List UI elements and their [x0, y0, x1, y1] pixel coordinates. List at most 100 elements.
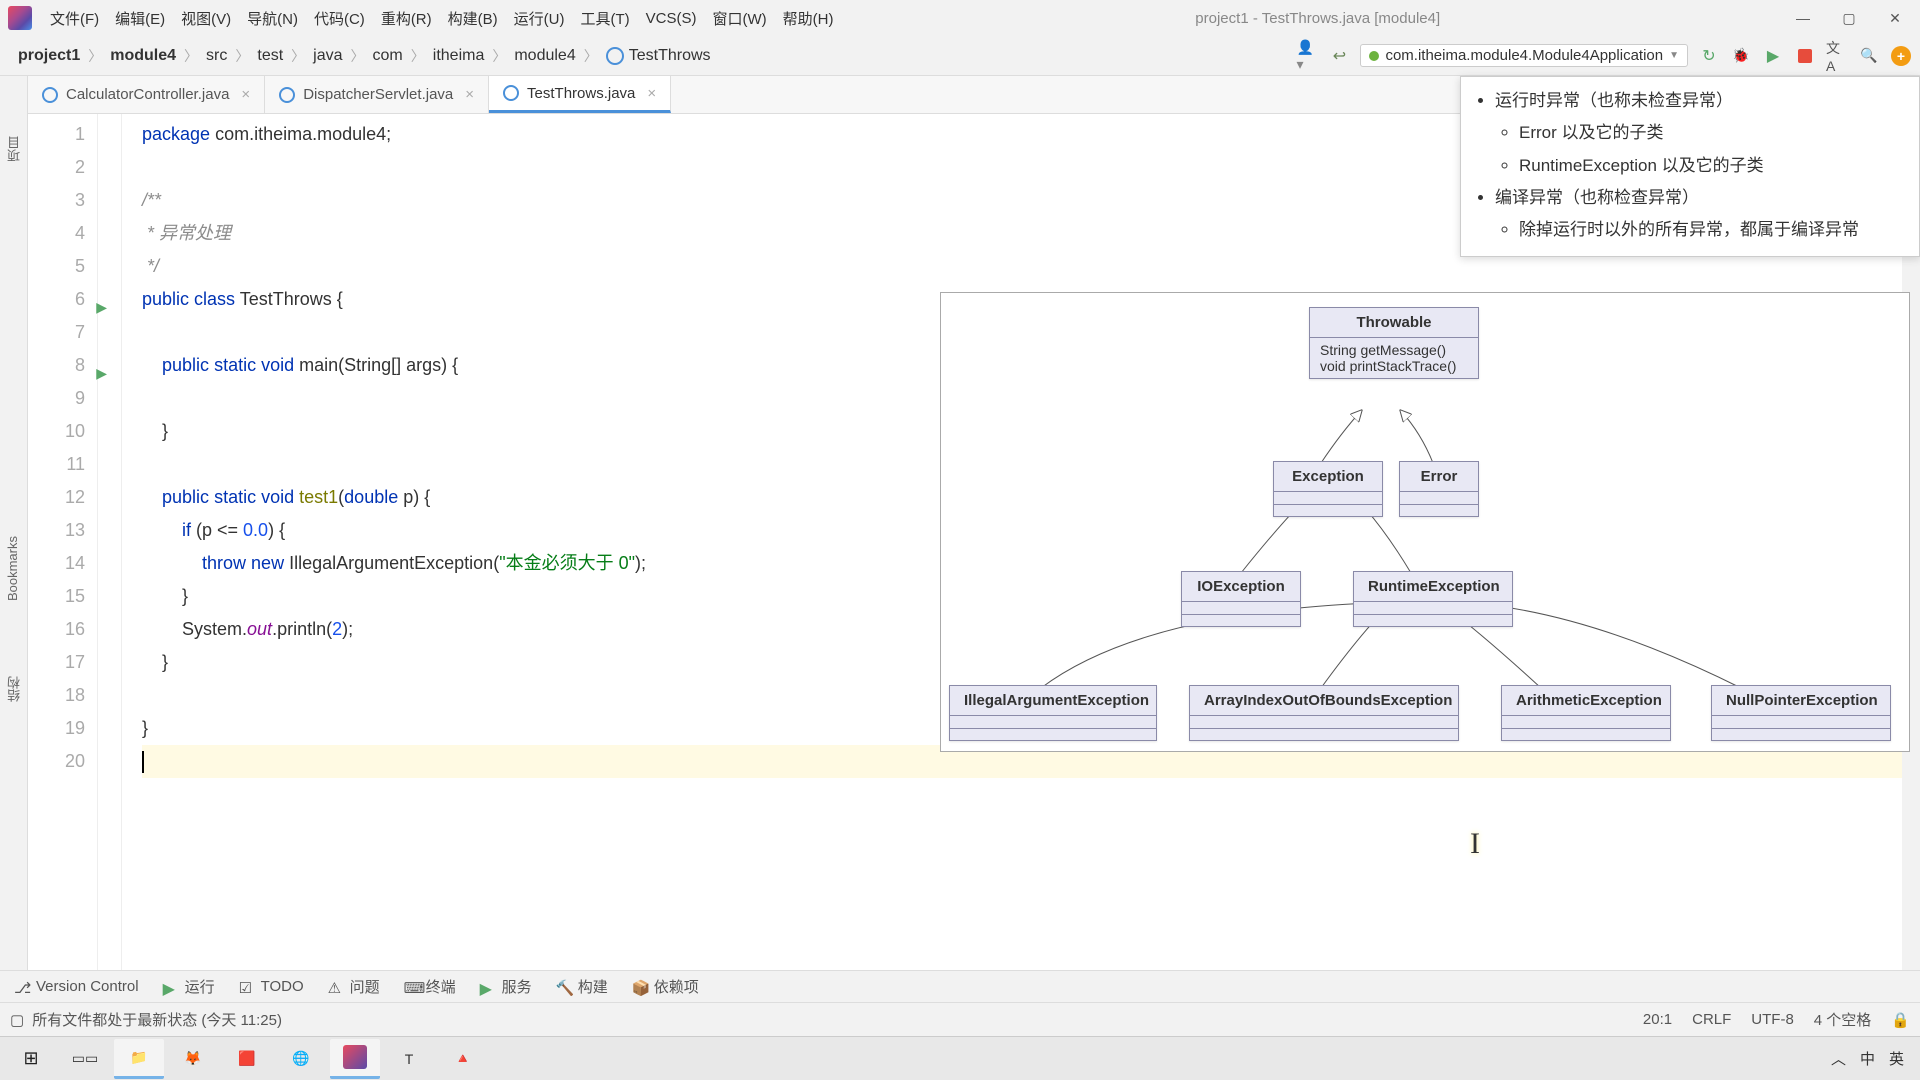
menu-vcs[interactable]: VCS(S) [638, 6, 705, 31]
class-icon [279, 87, 295, 103]
crumb-2[interactable]: src [196, 44, 237, 68]
tab-label: CalculatorController.java [66, 86, 229, 103]
intellij-icon[interactable] [330, 1039, 380, 1079]
uml-exception: Exception [1273, 461, 1383, 517]
menu-file[interactable]: 文件(F) [42, 4, 107, 33]
ime-indicator-1[interactable]: 中 [1860, 1048, 1875, 1069]
structure-tool-label[interactable]: 结构 [5, 676, 24, 702]
office-icon[interactable]: 🟥 [222, 1039, 272, 1079]
ime-indicator-2[interactable]: 英 [1889, 1048, 1904, 1069]
edge-icon[interactable]: 🌐 [276, 1039, 326, 1079]
firefox-icon[interactable]: 🦊 [168, 1039, 218, 1079]
uml-title: IllegalArgumentException [950, 686, 1156, 716]
problems-tool[interactable]: ⚠问题 [328, 976, 380, 997]
vlc-icon[interactable]: 🔺 [438, 1039, 488, 1079]
toolbar: project1〉 module4〉 src〉 test〉 java〉 com〉… [0, 36, 1920, 76]
run-config-label: com.itheima.module4.Module4Application [1385, 47, 1663, 64]
tab-testthrows[interactable]: TestThrows.java × [489, 76, 671, 113]
debug-icon[interactable]: 🐞 [1730, 45, 1752, 67]
crumb-1[interactable]: module4 [100, 44, 186, 68]
close-tab-icon[interactable]: × [241, 86, 250, 103]
uml-title: RuntimeException [1354, 572, 1512, 602]
run-configuration[interactable]: com.itheima.module4.Module4Application ▼ [1360, 44, 1688, 67]
menu-refactor[interactable]: 重构(R) [373, 4, 440, 33]
menu-window[interactable]: 窗口(W) [704, 4, 774, 33]
users-icon[interactable]: 👤▾ [1296, 45, 1318, 67]
menu-view[interactable]: 视图(V) [173, 4, 239, 33]
uml-ioexception: IOException [1181, 571, 1301, 627]
close-tab-icon[interactable]: × [465, 86, 474, 103]
readonly-lock-icon[interactable]: 🔒 [1891, 1011, 1910, 1029]
todo-tool[interactable]: ☑TODO [239, 978, 304, 995]
crumb-7[interactable]: module4 [504, 44, 585, 68]
version-control-tool[interactable]: ⎇Version Control [14, 978, 139, 995]
crumb-0[interactable]: project1 [8, 44, 90, 68]
menu-edit[interactable]: 编辑(E) [107, 4, 173, 33]
uml-title: ArrayIndexOutOfBoundsException [1190, 686, 1458, 716]
task-view-icon[interactable]: ▭▭ [60, 1039, 110, 1079]
uml-method: void printStackTrace() [1320, 358, 1468, 374]
run-coverage-icon[interactable]: ▶ [1762, 45, 1784, 67]
crumb-6[interactable]: itheima [423, 44, 495, 68]
minimize-icon[interactable]: — [1794, 9, 1812, 27]
bookmarks-tool-label[interactable]: Bookmarks [5, 536, 20, 601]
file-encoding[interactable]: UTF-8 [1751, 1011, 1794, 1028]
text-editor-icon[interactable]: T [384, 1039, 434, 1079]
line-gutter[interactable]: 123456▶78▶91011121314151617181920 [28, 114, 98, 970]
rerun-icon[interactable]: ↻ [1698, 45, 1720, 67]
status-message: 所有文件都处于最新状态 (今天 11:25) [32, 1009, 282, 1030]
translate-icon[interactable]: 文A [1826, 45, 1848, 67]
services-tool[interactable]: ▶服务 [480, 976, 532, 997]
build-tool[interactable]: 🔨构建 [556, 976, 608, 997]
uml-diagram: Throwable String getMessage() void print… [940, 292, 1910, 752]
vcs-status-icon: ▢ [10, 1011, 24, 1029]
tab-label: TestThrows.java [527, 85, 635, 102]
menu-build[interactable]: 构建(B) [440, 4, 506, 33]
caret-position[interactable]: 20:1 [1643, 1011, 1672, 1028]
menu-help[interactable]: 帮助(H) [775, 4, 842, 33]
doc-sub: 除掉运行时以外的所有异常，都属于编译异常 [1519, 214, 1907, 246]
menu-tools[interactable]: 工具(T) [572, 4, 637, 33]
start-button[interactable]: ⊞ [6, 1039, 56, 1079]
close-tab-icon[interactable]: × [647, 85, 656, 102]
doc-bullet: 运行时异常（也称未检查异常） [1495, 85, 1907, 117]
titlebar: 文件(F) 编辑(E) 视图(V) 导航(N) 代码(C) 重构(R) 构建(B… [0, 0, 1920, 36]
dependencies-tool[interactable]: 📦依赖项 [632, 976, 699, 997]
uml-npe: NullPointerException [1711, 685, 1891, 741]
maximize-icon[interactable]: ▢ [1840, 9, 1858, 27]
stop-button[interactable] [1794, 45, 1816, 67]
menu-navigate[interactable]: 导航(N) [239, 4, 306, 33]
fold-bar[interactable] [98, 114, 122, 970]
hammer-icon[interactable]: ↩ [1328, 45, 1350, 67]
tab-calculator[interactable]: CalculatorController.java × [28, 76, 265, 113]
uml-title: NullPointerException [1712, 686, 1890, 716]
line-separator[interactable]: CRLF [1692, 1011, 1731, 1028]
close-icon[interactable]: ✕ [1886, 9, 1904, 27]
spring-icon [1369, 51, 1379, 61]
bottom-tool-bar: ⎇Version Control ▶运行 ☑TODO ⚠问题 ⌨终端 ▶服务 🔨… [0, 970, 1920, 1002]
uml-error: Error [1399, 461, 1479, 517]
app-logo [8, 6, 32, 30]
doc-bullet: 编译异常（也称检查异常） [1495, 182, 1907, 214]
crumb-8[interactable]: TestThrows [596, 44, 721, 68]
uml-title: ArithmeticException [1502, 686, 1670, 716]
window-title: project1 - TestThrows.java [module4] [841, 10, 1794, 27]
tab-dispatcher[interactable]: DispatcherServlet.java × [265, 76, 489, 113]
uml-method: String getMessage() [1320, 342, 1468, 358]
add-config-button[interactable]: + [1890, 45, 1912, 67]
uml-runtimeexception: RuntimeException [1353, 571, 1513, 627]
terminal-tool[interactable]: ⌨终端 [404, 976, 456, 997]
menu-run[interactable]: 运行(U) [506, 4, 573, 33]
uml-throwable: Throwable String getMessage() void print… [1309, 307, 1479, 379]
crumb-5[interactable]: com [363, 44, 413, 68]
project-tool-label[interactable]: 项目 [5, 136, 24, 162]
indent-setting[interactable]: 4 个空格 [1814, 1009, 1872, 1030]
menu-code[interactable]: 代码(C) [306, 4, 373, 33]
windows-taskbar: ⊞ ▭▭ 📁 🦊 🟥 🌐 T 🔺 ︿ 中 英 [0, 1036, 1920, 1080]
tray-chevron-icon[interactable]: ︿ [1831, 1048, 1846, 1069]
search-icon[interactable]: 🔍 [1858, 45, 1880, 67]
file-explorer-icon[interactable]: 📁 [114, 1039, 164, 1079]
crumb-3[interactable]: test [247, 44, 293, 68]
crumb-4[interactable]: java [303, 44, 352, 68]
run-tool[interactable]: ▶运行 [163, 976, 215, 997]
